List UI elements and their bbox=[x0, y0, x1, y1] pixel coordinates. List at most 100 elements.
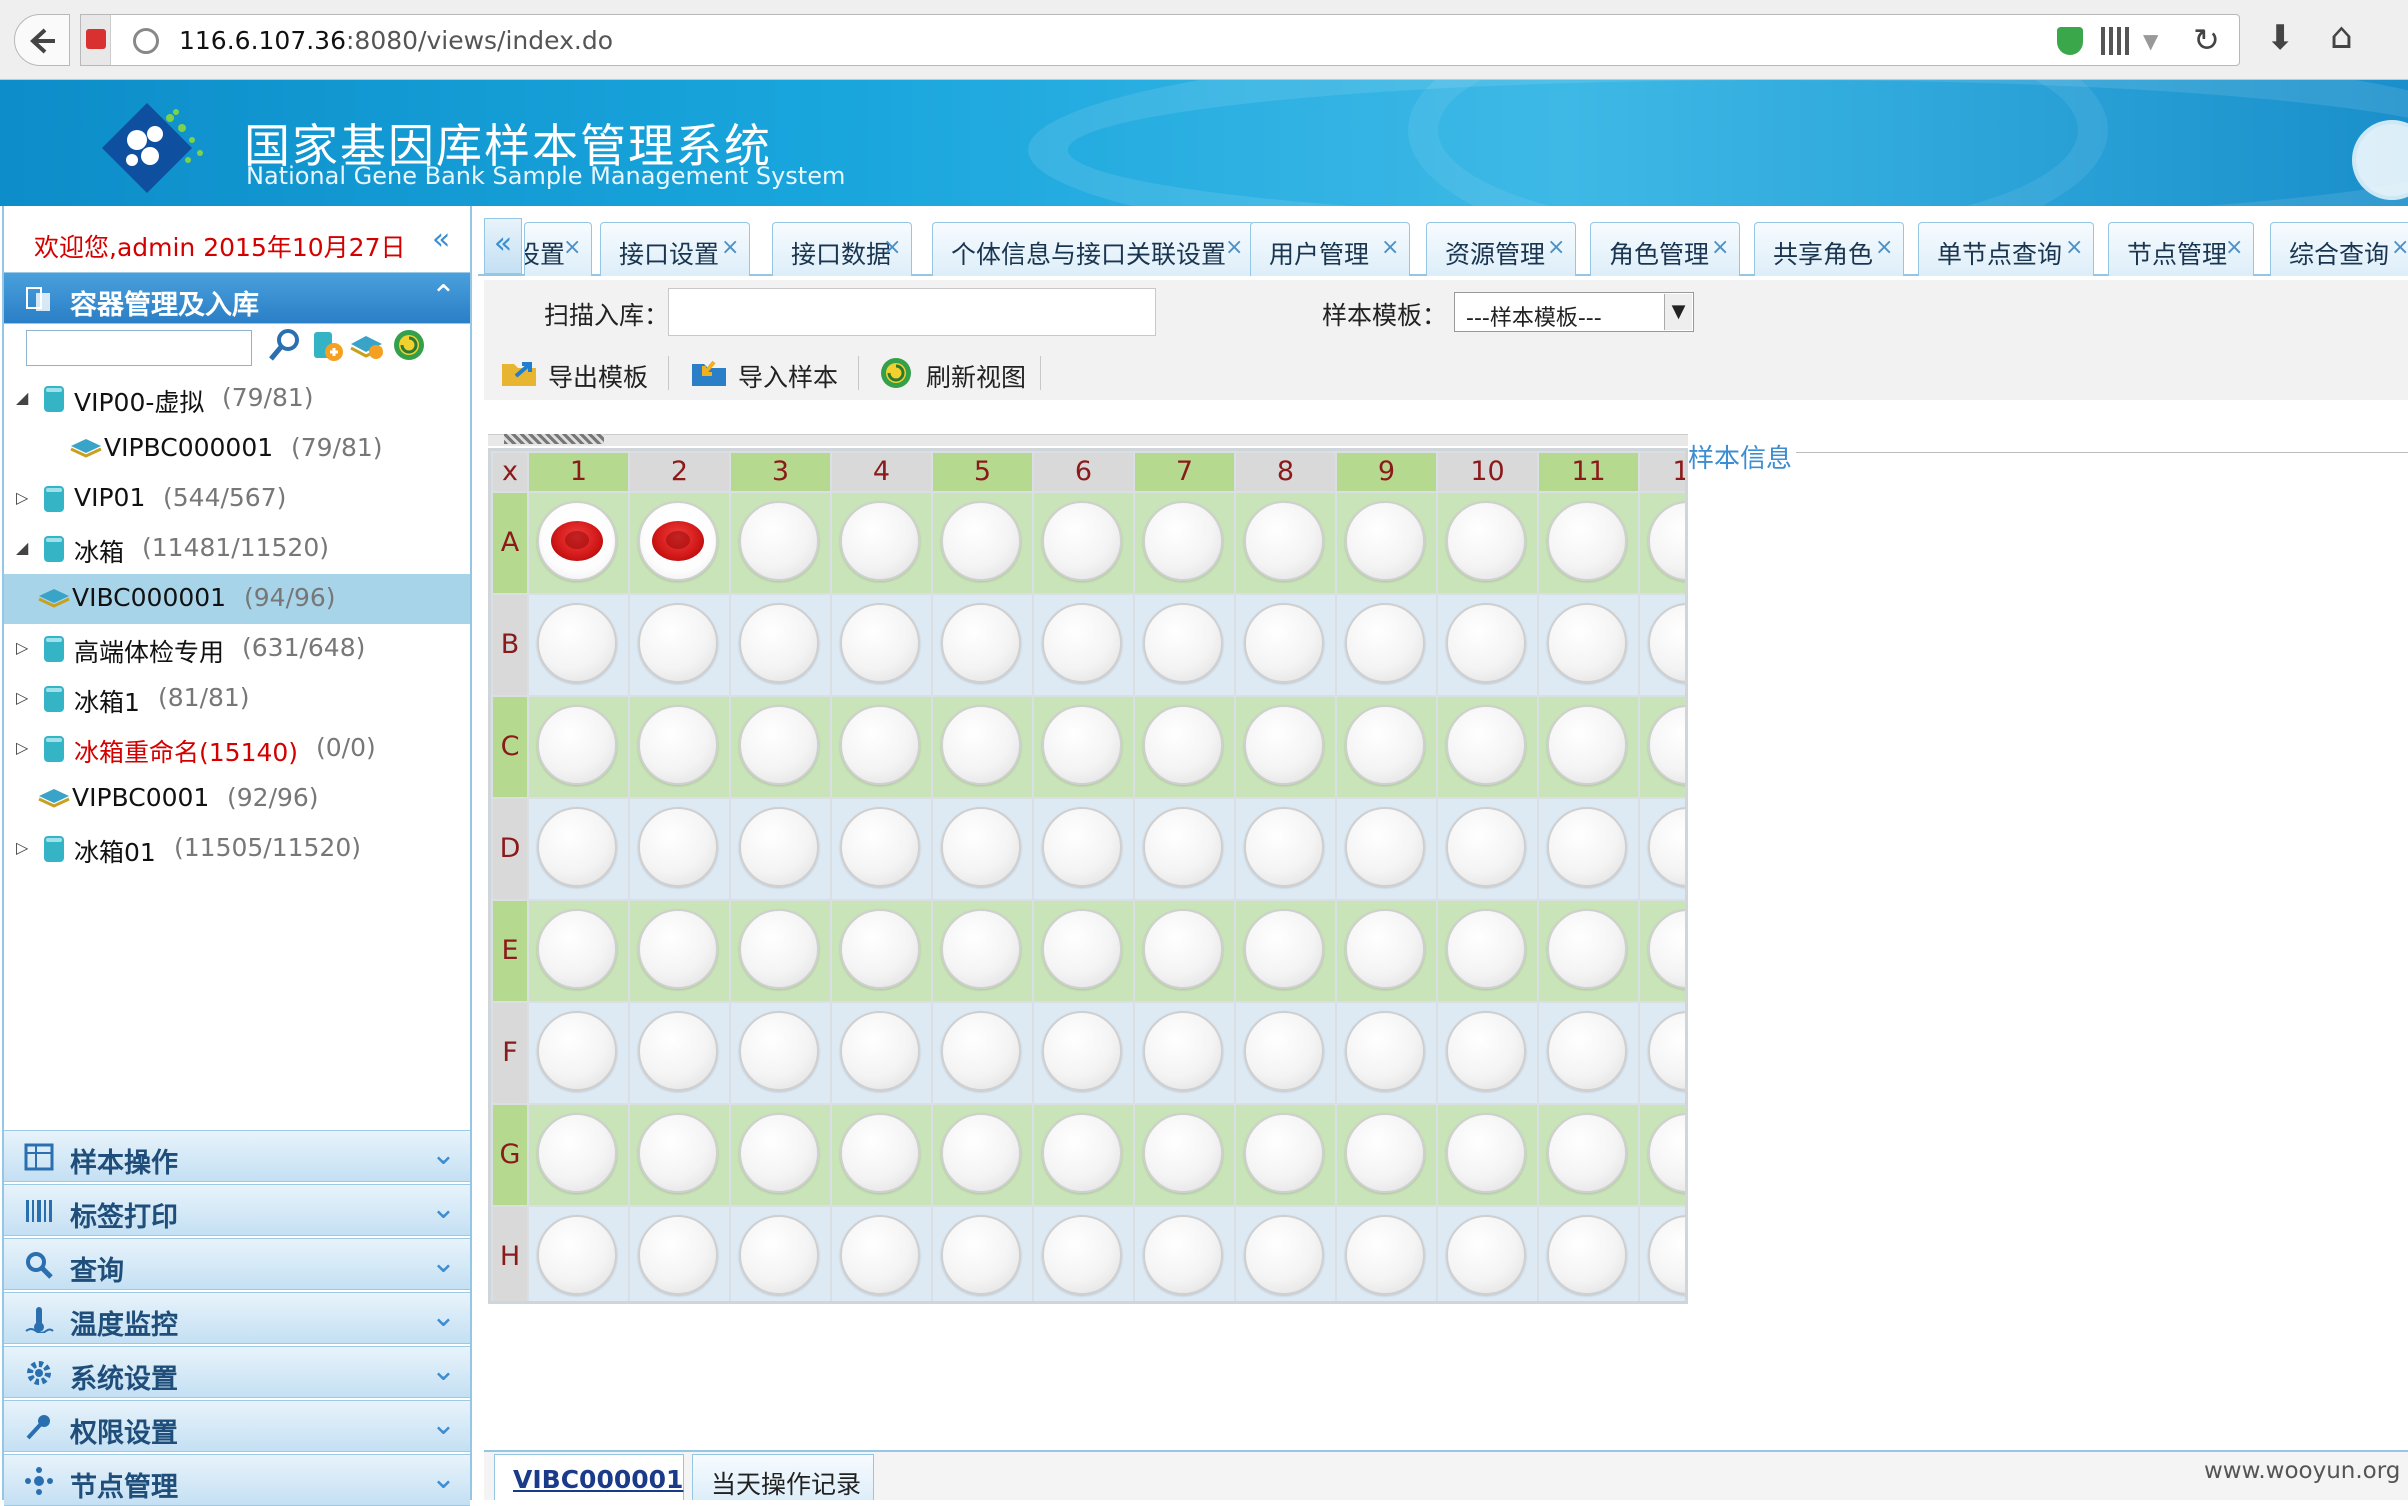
empty-well[interactable] bbox=[1446, 603, 1526, 683]
section-container-management[interactable]: 容器管理及入库 ⌃ bbox=[4, 272, 470, 324]
close-icon[interactable]: × bbox=[1711, 235, 1729, 260]
empty-well[interactable] bbox=[1143, 807, 1223, 887]
reload-icon[interactable]: ↻ bbox=[2193, 21, 2220, 59]
close-icon[interactable]: × bbox=[1547, 235, 1565, 260]
tab[interactable]: 接口数据 × bbox=[772, 222, 912, 276]
empty-well[interactable] bbox=[638, 705, 718, 785]
empty-well[interactable] bbox=[537, 1113, 617, 1193]
empty-well[interactable] bbox=[1042, 807, 1122, 887]
filled-well[interactable] bbox=[537, 501, 617, 581]
home-icon[interactable]: ⌂ bbox=[2330, 16, 2353, 57]
empty-well[interactable] bbox=[1042, 1113, 1122, 1193]
empty-well[interactable] bbox=[1244, 501, 1324, 581]
empty-well[interactable] bbox=[1446, 807, 1526, 887]
empty-well[interactable] bbox=[840, 909, 920, 989]
collapsed-arrow-icon[interactable]: ▷ bbox=[16, 688, 28, 707]
empty-well[interactable] bbox=[638, 1011, 718, 1091]
empty-well[interactable] bbox=[1345, 705, 1425, 785]
collapsed-arrow-icon[interactable]: ▷ bbox=[16, 838, 28, 857]
section-header[interactable]: 系统设置 ⌄ bbox=[4, 1346, 470, 1398]
empty-well[interactable] bbox=[638, 1113, 718, 1193]
empty-well[interactable] bbox=[1547, 1011, 1627, 1091]
empty-well[interactable] bbox=[1244, 705, 1324, 785]
empty-well[interactable] bbox=[1042, 909, 1122, 989]
close-icon[interactable]: × bbox=[563, 235, 581, 260]
refresh-view-button[interactable]: 刷新视图 bbox=[878, 352, 1038, 396]
scan-input[interactable] bbox=[668, 288, 1156, 336]
shield-icon[interactable] bbox=[2057, 27, 2083, 55]
empty-well[interactable] bbox=[1648, 1011, 1685, 1091]
import-samples-button[interactable]: 导入样本 bbox=[690, 352, 850, 396]
empty-well[interactable] bbox=[537, 1011, 617, 1091]
empty-well[interactable] bbox=[1547, 1215, 1627, 1295]
dropdown-arrow-icon[interactable]: ▼ bbox=[1664, 294, 1692, 330]
collapsed-arrow-icon[interactable]: ▷ bbox=[16, 638, 28, 657]
empty-well[interactable] bbox=[840, 807, 920, 887]
empty-well[interactable] bbox=[1345, 501, 1425, 581]
close-icon[interactable]: × bbox=[1875, 235, 1893, 260]
tree-item[interactable]: ▷ 冰箱重命名(15140) (0/0) bbox=[4, 724, 470, 774]
empty-well[interactable] bbox=[941, 501, 1021, 581]
bottom-tab-box[interactable]: VIBC000001 bbox=[494, 1454, 684, 1500]
empty-well[interactable] bbox=[1143, 909, 1223, 989]
qr-code-icon[interactable] bbox=[2101, 27, 2129, 55]
tree-item[interactable]: ▷ 冰箱01 (11505/11520) bbox=[4, 824, 470, 874]
empty-well[interactable] bbox=[1244, 807, 1324, 887]
tree-item[interactable]: ▷ 高端体检专用 (631/648) bbox=[4, 624, 470, 674]
expanded-arrow-icon[interactable]: ◢ bbox=[16, 538, 28, 557]
empty-well[interactable] bbox=[638, 807, 718, 887]
empty-well[interactable] bbox=[1648, 705, 1685, 785]
empty-well[interactable] bbox=[1244, 1011, 1324, 1091]
expanded-arrow-icon[interactable]: ◢ bbox=[16, 388, 28, 407]
empty-well[interactable] bbox=[840, 603, 920, 683]
add-freezer-icon[interactable] bbox=[308, 326, 346, 364]
empty-well[interactable] bbox=[840, 501, 920, 581]
collapsed-arrow-icon[interactable]: ▷ bbox=[16, 488, 28, 507]
bottom-tab-history[interactable]: 当天操作记录 bbox=[692, 1454, 874, 1500]
empty-well[interactable] bbox=[840, 1113, 920, 1193]
empty-well[interactable] bbox=[1244, 1113, 1324, 1193]
empty-well[interactable] bbox=[1648, 603, 1685, 683]
empty-well[interactable] bbox=[537, 807, 617, 887]
empty-well[interactable] bbox=[537, 1215, 617, 1295]
empty-well[interactable] bbox=[1345, 603, 1425, 683]
empty-well[interactable] bbox=[1042, 603, 1122, 683]
empty-well[interactable] bbox=[941, 1011, 1021, 1091]
dropdown-arrow-icon[interactable]: ▼ bbox=[2143, 29, 2158, 53]
close-icon[interactable]: × bbox=[1225, 235, 1243, 260]
empty-well[interactable] bbox=[941, 807, 1021, 887]
collapsed-arrow-icon[interactable]: ▷ bbox=[16, 738, 28, 757]
tree-item[interactable]: ◢ 冰箱 (11481/11520) bbox=[4, 524, 470, 574]
empty-well[interactable] bbox=[1648, 1215, 1685, 1295]
empty-well[interactable] bbox=[1345, 1113, 1425, 1193]
empty-well[interactable] bbox=[1648, 807, 1685, 887]
tree-item[interactable]: VIBC000001 (94/96) bbox=[4, 574, 470, 624]
empty-well[interactable] bbox=[1446, 501, 1526, 581]
empty-well[interactable] bbox=[1143, 1113, 1223, 1193]
empty-well[interactable] bbox=[537, 603, 617, 683]
empty-well[interactable] bbox=[739, 1011, 819, 1091]
empty-well[interactable] bbox=[1446, 909, 1526, 989]
empty-well[interactable] bbox=[1345, 1011, 1425, 1091]
empty-well[interactable] bbox=[739, 1215, 819, 1295]
empty-well[interactable] bbox=[1244, 603, 1324, 683]
empty-well[interactable] bbox=[739, 705, 819, 785]
empty-well[interactable] bbox=[1446, 1113, 1526, 1193]
empty-well[interactable] bbox=[1143, 1011, 1223, 1091]
empty-well[interactable] bbox=[638, 1215, 718, 1295]
empty-well[interactable] bbox=[1143, 501, 1223, 581]
section-header[interactable]: 权限设置 ⌄ bbox=[4, 1400, 470, 1452]
plate-drag-handle[interactable] bbox=[504, 434, 604, 444]
tab[interactable]: 节点管理 × bbox=[2108, 222, 2254, 276]
empty-well[interactable] bbox=[1244, 909, 1324, 989]
tree-search-input[interactable] bbox=[26, 330, 252, 366]
tab[interactable]: 角色管理 × bbox=[1590, 222, 1740, 276]
empty-well[interactable] bbox=[537, 909, 617, 989]
tab[interactable]: 单节点查询 × bbox=[1918, 222, 2094, 276]
empty-well[interactable] bbox=[739, 501, 819, 581]
section-header[interactable]: 标签打印 ⌄ bbox=[4, 1184, 470, 1236]
export-template-button[interactable]: 导出模板 bbox=[500, 352, 660, 396]
close-icon[interactable]: × bbox=[2391, 235, 2408, 260]
tab[interactable]: 资源管理 × bbox=[1426, 222, 1576, 276]
empty-well[interactable] bbox=[1547, 603, 1627, 683]
